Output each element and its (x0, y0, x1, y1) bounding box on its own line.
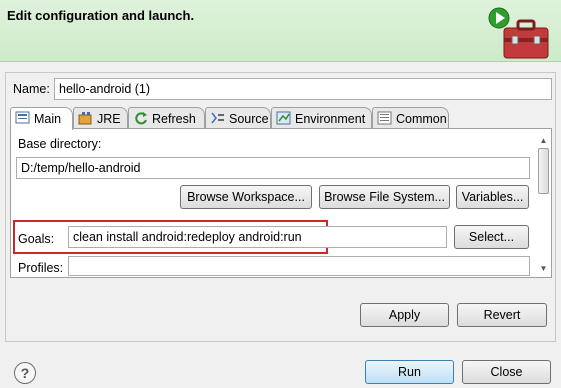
profiles-label: Profiles: (18, 261, 64, 275)
tab-jre[interactable]: JRE (73, 107, 128, 129)
name-field[interactable]: hello-android (1) (54, 78, 552, 100)
common-icon (377, 111, 392, 125)
run-button[interactable]: Run (365, 360, 454, 384)
close-button[interactable]: Close (462, 360, 551, 384)
browse-workspace-button[interactable]: Browse Workspace... (180, 185, 312, 209)
base-directory-label: Base directory: (18, 137, 102, 151)
tab-label: Refresh (152, 112, 196, 126)
tab-refresh[interactable]: Refresh (128, 107, 205, 129)
jre-icon (78, 112, 92, 125)
source-icon (211, 112, 224, 124)
dialog-title: Edit configuration and launch. (7, 8, 195, 23)
tab-common[interactable]: Common (372, 107, 449, 129)
help-icon[interactable]: ? (14, 362, 36, 384)
tab-label: Main (34, 112, 62, 126)
goals-label: Goals: (18, 232, 55, 246)
base-directory-field[interactable]: D:/temp/hello-android (16, 157, 530, 179)
refresh-icon (135, 112, 147, 125)
variables-button[interactable]: Variables... (456, 185, 529, 209)
name-label: Name: (13, 82, 50, 96)
dialog-header: Edit configuration and launch. (0, 0, 561, 62)
tab-label: Source (229, 112, 269, 126)
select-goals-button[interactable]: Select... (454, 225, 529, 249)
apply-button[interactable]: Apply (360, 303, 449, 327)
profiles-field[interactable] (68, 256, 530, 276)
tab-label: Environment (295, 112, 366, 126)
revert-button[interactable]: Revert (457, 303, 547, 327)
scroll-down-icon[interactable]: ▼ (536, 262, 551, 276)
tab-label: Common (396, 112, 447, 126)
scroll-up-icon[interactable]: ▲ (536, 134, 551, 148)
tab-main[interactable]: Main (10, 107, 73, 130)
scrollbar-thumb[interactable] (538, 148, 549, 194)
vertical-scrollbar[interactable]: ▲ ▼ (536, 134, 551, 276)
tab-source[interactable]: Source (205, 107, 271, 129)
main-tab-icon (15, 111, 30, 124)
tab-label: JRE (97, 112, 121, 126)
goals-field[interactable]: clean install android:redeploy android:r… (68, 226, 447, 248)
environment-icon (276, 111, 291, 125)
toolbox-run-icon (488, 7, 549, 59)
browse-file-system-button[interactable]: Browse File System... (319, 185, 450, 209)
tab-environment[interactable]: Environment (271, 107, 372, 129)
